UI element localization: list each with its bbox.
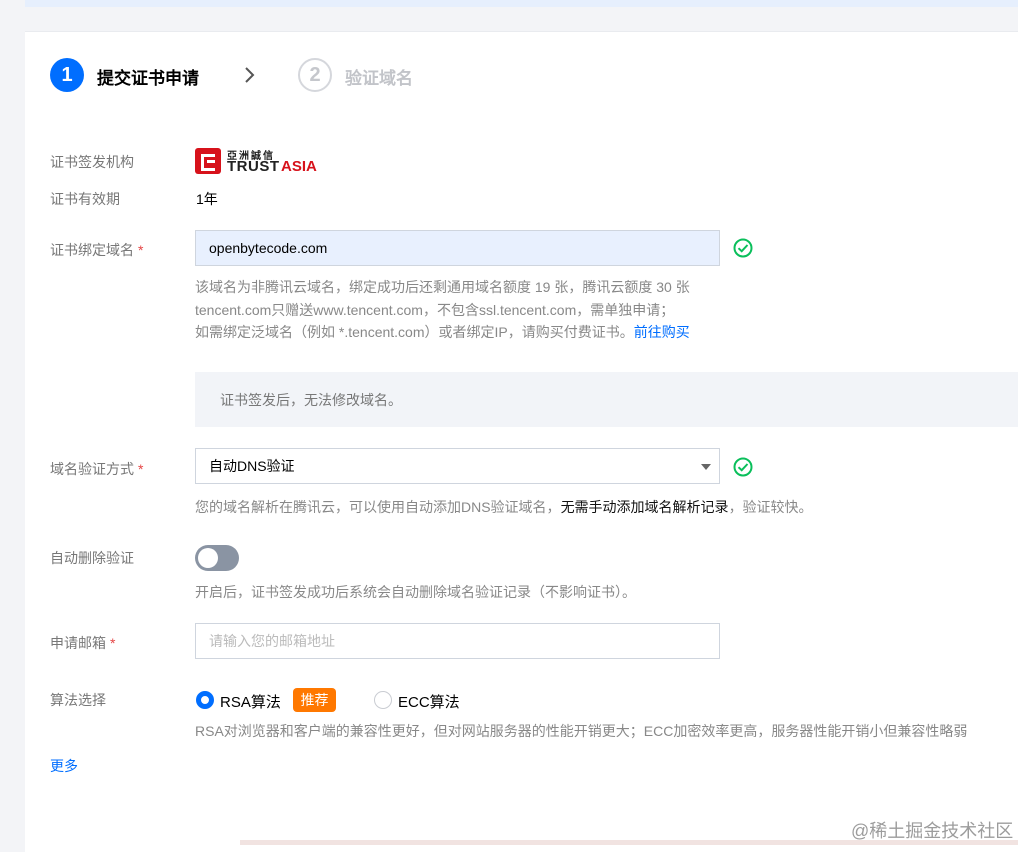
chevron-right-icon xyxy=(245,67,255,83)
success-check-icon xyxy=(733,457,753,477)
step-1-number: 1 xyxy=(61,63,73,86)
logo-asia-text: ASIA xyxy=(281,158,317,175)
validity-value: 1年 xyxy=(196,191,218,207)
email-placeholder: 请输入您的邮箱地址 xyxy=(209,633,335,649)
email-label: 申请邮箱 * xyxy=(50,633,115,653)
trustasia-logo: 亞洲誠信 TRUST ASIA xyxy=(195,147,325,175)
auto-delete-hint: 开启后，证书签发成功后系统会自动删除域名验证记录（不影响证书）。 xyxy=(195,584,636,600)
verify-hint-emphasis: 无需手动添加域名解析记录 xyxy=(560,499,729,515)
recommend-badge-text: 推荐 xyxy=(300,692,329,708)
watermark-text: @稀土掘金技术社区 xyxy=(851,821,1014,841)
toggle-knob xyxy=(198,548,218,568)
email-input[interactable]: 请输入您的邮箱地址 xyxy=(195,623,720,659)
left-gutter xyxy=(0,0,25,845)
step-2-number: 2 xyxy=(309,63,321,86)
caret-down-icon xyxy=(701,464,711,470)
success-check-icon xyxy=(733,238,753,258)
email-label-text: 申请邮箱 xyxy=(50,635,106,651)
logo-trust-text: TRUST xyxy=(227,158,280,175)
domain-input-value: openbytecode.com xyxy=(209,240,328,256)
rsa-radio-label[interactable]: RSA算法 xyxy=(220,691,281,712)
domain-notice-text: 证书签发后，无法修改域名。 xyxy=(220,391,402,408)
required-mark: * xyxy=(110,635,116,651)
domain-hint-3: 如需绑定泛域名（例如 *.tencent.com）或者绑定IP，请购买付费证书。… xyxy=(195,321,690,343)
verify-hint-a: 您的域名解析在腾讯云，可以使用自动添加DNS验证域名， xyxy=(195,499,561,515)
step-2-indicator: 2 xyxy=(298,58,332,92)
domain-label-text: 证书绑定域名 xyxy=(50,242,134,258)
auto-delete-label: 自动删除验证 xyxy=(50,550,134,566)
domain-hint-3-text: 如需绑定泛域名（例如 *.tencent.com）或者绑定IP，请购买付费证书。 xyxy=(195,324,634,340)
verify-method-label: 域名验证方式 * xyxy=(50,459,143,479)
required-mark: * xyxy=(138,242,144,258)
verify-hint-c: ，验证较快。 xyxy=(728,499,813,515)
verify-method-select[interactable]: 自动DNS验证 xyxy=(195,448,720,484)
step-2-label: 验证域名 xyxy=(345,69,413,88)
domain-hint-1: 该域名为非腾讯云域名，绑定成功后还剩通用域名额度 19 张，腾讯云额度 30 张 xyxy=(195,279,690,295)
ecc-radio[interactable] xyxy=(374,691,392,709)
verify-method-label-text: 域名验证方式 xyxy=(50,461,134,477)
verify-method-hint: 您的域名解析在腾讯云，可以使用自动添加DNS验证域名，无需手动添加域名解析记录，… xyxy=(195,496,813,518)
validity-label: 证书有效期 xyxy=(50,191,120,207)
algorithm-hint: RSA对浏览器和客户端的兼容性更好，但对网站服务器的性能开销更大；ECC加密效率… xyxy=(195,723,968,739)
algorithm-label: 算法选择 xyxy=(50,692,106,708)
recommend-badge: 推荐 xyxy=(293,688,336,712)
top-banner-band xyxy=(25,0,1018,7)
required-mark: * xyxy=(138,461,144,477)
domain-notice: 证书签发后，无法修改域名。 xyxy=(195,372,1018,427)
domain-input[interactable]: openbytecode.com xyxy=(195,230,720,266)
domain-label: 证书绑定域名 * xyxy=(50,240,143,260)
step-1-label: 提交证书申请 xyxy=(97,69,199,88)
buy-link[interactable]: 前往购买 xyxy=(634,324,690,340)
more-link[interactable]: 更多 xyxy=(50,756,78,776)
rsa-radio[interactable] xyxy=(196,691,214,709)
ecc-radio-label[interactable]: ECC算法 xyxy=(398,691,460,712)
verify-method-value: 自动DNS验证 xyxy=(209,458,295,474)
step-1-indicator: 1 xyxy=(50,58,84,92)
trustasia-emblem-icon xyxy=(195,148,221,174)
issuer-label: 证书签发机构 xyxy=(50,154,134,170)
auto-delete-toggle[interactable] xyxy=(195,545,239,571)
domain-hint-2: tencent.com只赠送www.tencent.com，不包含ssl.ten… xyxy=(195,302,675,318)
